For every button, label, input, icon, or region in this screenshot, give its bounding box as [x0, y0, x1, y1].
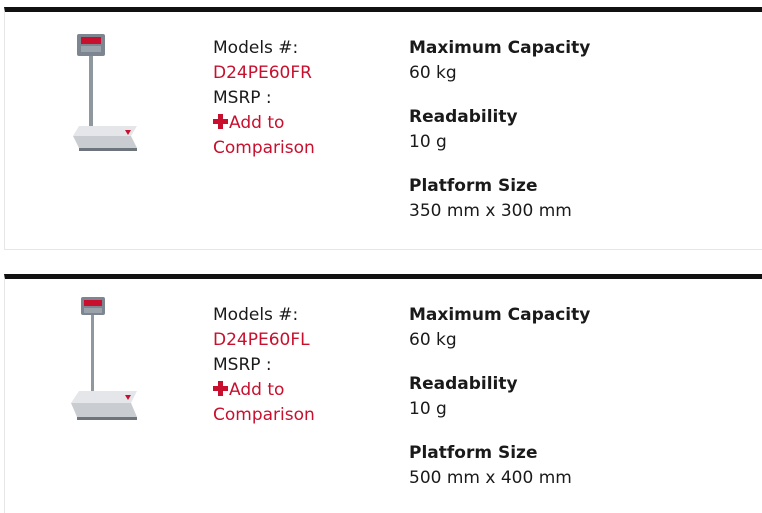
models-label: Models #:	[213, 38, 299, 58]
spec-list: Maximum Capacity 60 kg Readability 10 g …	[409, 303, 739, 510]
spec-title: Readability	[409, 374, 518, 394]
compare-label-line1: Add to	[229, 380, 285, 400]
spec-maximum-capacity: Maximum Capacity 60 kg	[409, 303, 739, 353]
spec-title: Maximum Capacity	[409, 38, 591, 58]
spec-value: 10 g	[409, 132, 447, 152]
spec-readability: Readability 10 g	[409, 105, 739, 155]
model-number-link[interactable]: D24PE60FL	[213, 328, 393, 353]
plus-icon	[213, 381, 228, 396]
msrp-label: MSRP :	[213, 88, 272, 108]
spec-list: Maximum Capacity 60 kg Readability 10 g …	[409, 36, 739, 243]
add-to-comparison-link[interactable]: Add to Comparison	[213, 111, 393, 161]
spec-title: Platform Size	[409, 443, 538, 463]
spec-value: 60 kg	[409, 330, 457, 350]
msrp-label: MSRP :	[213, 355, 272, 375]
spec-value: 500 mm x 400 mm	[409, 468, 572, 488]
model-info: Models #: D24PE60FL MSRP : Add to Compar…	[213, 303, 393, 428]
spec-value: 350 mm x 300 mm	[409, 201, 572, 221]
spec-platform-size: Platform Size 350 mm x 300 mm	[409, 174, 739, 224]
spec-value: 10 g	[409, 399, 447, 419]
spec-value: 60 kg	[409, 63, 457, 83]
model-number-link[interactable]: D24PE60FR	[213, 61, 393, 86]
plus-icon	[213, 114, 228, 129]
spec-title: Platform Size	[409, 176, 538, 196]
spec-title: Maximum Capacity	[409, 305, 591, 325]
model-info: Models #: D24PE60FR MSRP : Add to Compar…	[213, 36, 393, 161]
bench-scale-image[interactable]	[65, 30, 145, 155]
models-label: Models #:	[213, 305, 299, 325]
spec-title: Readability	[409, 107, 518, 127]
spec-platform-size: Platform Size 500 mm x 400 mm	[409, 441, 739, 491]
spec-maximum-capacity: Maximum Capacity 60 kg	[409, 36, 739, 86]
compare-label-line1: Add to	[229, 113, 285, 133]
product-card: Models #: D24PE60FR MSRP : Add to Compar…	[4, 7, 762, 250]
compare-label-line2: Comparison	[213, 138, 315, 158]
add-to-comparison-link[interactable]: Add to Comparison	[213, 378, 393, 428]
spec-readability: Readability 10 g	[409, 372, 739, 422]
compare-label-line2: Comparison	[213, 405, 315, 425]
product-card: Models #: D24PE60FL MSRP : Add to Compar…	[4, 274, 762, 513]
product-list: Models #: D24PE60FR MSRP : Add to Compar…	[0, 0, 762, 513]
bench-scale-image[interactable]	[65, 297, 145, 422]
